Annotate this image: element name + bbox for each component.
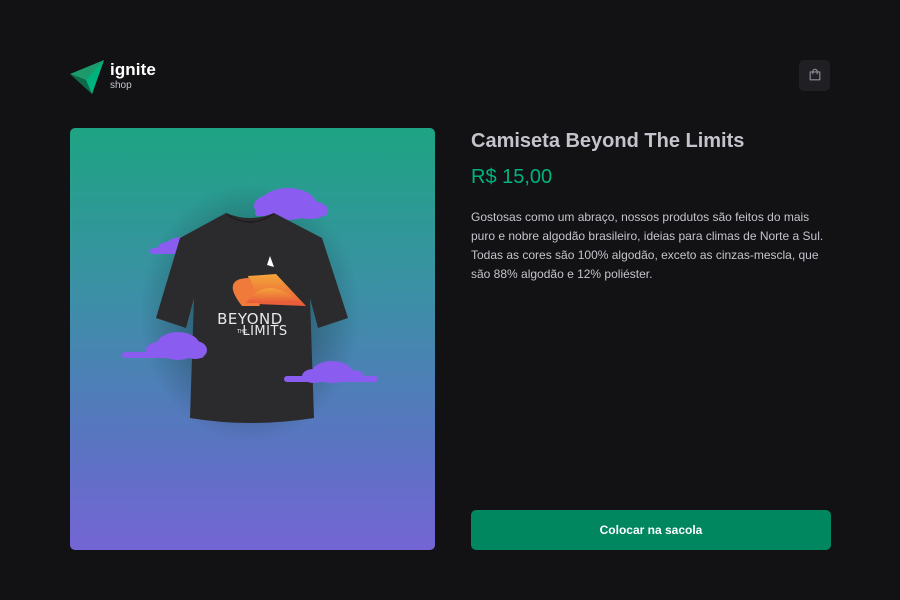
brand-tagline: shop — [110, 80, 132, 91]
product-title: Camiseta Beyond The Limits — [471, 130, 745, 152]
brand-logo[interactable]: ignite shop — [70, 60, 156, 94]
print-line2: LIMITS — [242, 324, 287, 339]
tshirt-illustration: BEYOND THE LIMITS — [122, 183, 378, 443]
ignite-logo-icon — [70, 60, 104, 94]
product-description: Gostosas como um abraço, nossos produtos… — [471, 210, 824, 281]
header: ignite shop — [70, 59, 830, 94]
add-to-bag-button[interactable]: Colocar na sacola — [471, 510, 831, 550]
brand-name: ignite — [110, 60, 156, 79]
shopping-bag-icon — [809, 68, 820, 81]
product-details: Camiseta Beyond The Limits R$ 15,00 Gost… — [471, 128, 831, 550]
product-image: BEYOND THE LIMITS — [70, 128, 435, 550]
cart-button[interactable] — [799, 59, 830, 91]
product-price: R$ 15,00 — [471, 166, 553, 188]
brand-wordmark: ignite shop — [110, 61, 156, 91]
